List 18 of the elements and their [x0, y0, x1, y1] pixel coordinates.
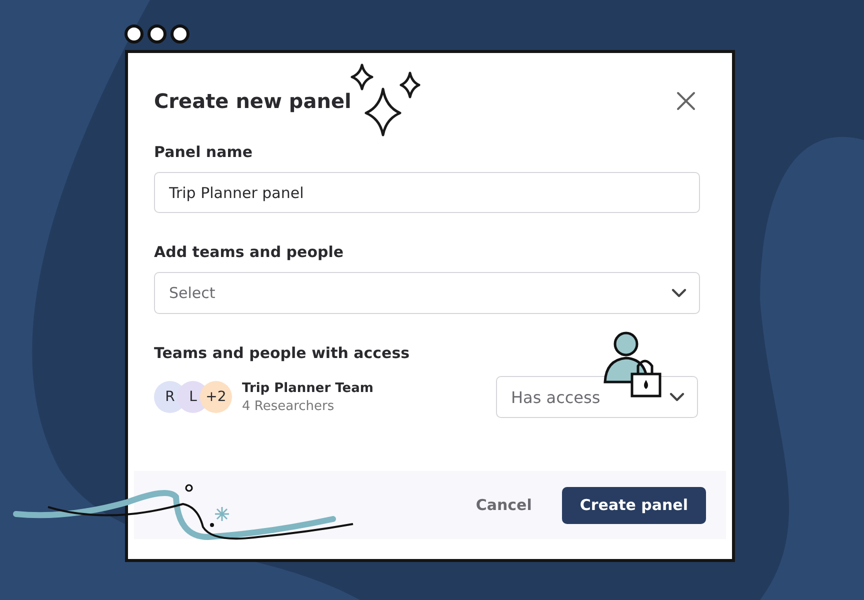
- person-lock-icon: [602, 330, 664, 398]
- close-button[interactable]: [676, 91, 696, 111]
- create-button[interactable]: Create panel: [562, 486, 706, 524]
- team-name: Trip Planner Team: [242, 380, 374, 396]
- avatar: +2: [200, 381, 232, 413]
- permission-dropdown[interactable]: Has access: [496, 376, 698, 418]
- section-label: Teams and people with access: [154, 344, 411, 362]
- window-dots-icon: [124, 24, 190, 44]
- select-dropdown[interactable]: Select: [154, 272, 700, 314]
- text-field[interactable]: Trip Planner panel: [154, 172, 700, 213]
- team-subtitle: 4 Researchers: [242, 398, 336, 414]
- dialog-title: Create new panel: [154, 89, 352, 113]
- chevron-down-icon: [671, 288, 687, 298]
- sparkles-icon: [350, 63, 422, 137]
- field-label: Panel name: [154, 143, 254, 161]
- chevron-down-icon: [669, 392, 685, 402]
- cancel-button[interactable]: Cancel: [470, 486, 538, 524]
- field-label: Add teams and people: [154, 243, 345, 261]
